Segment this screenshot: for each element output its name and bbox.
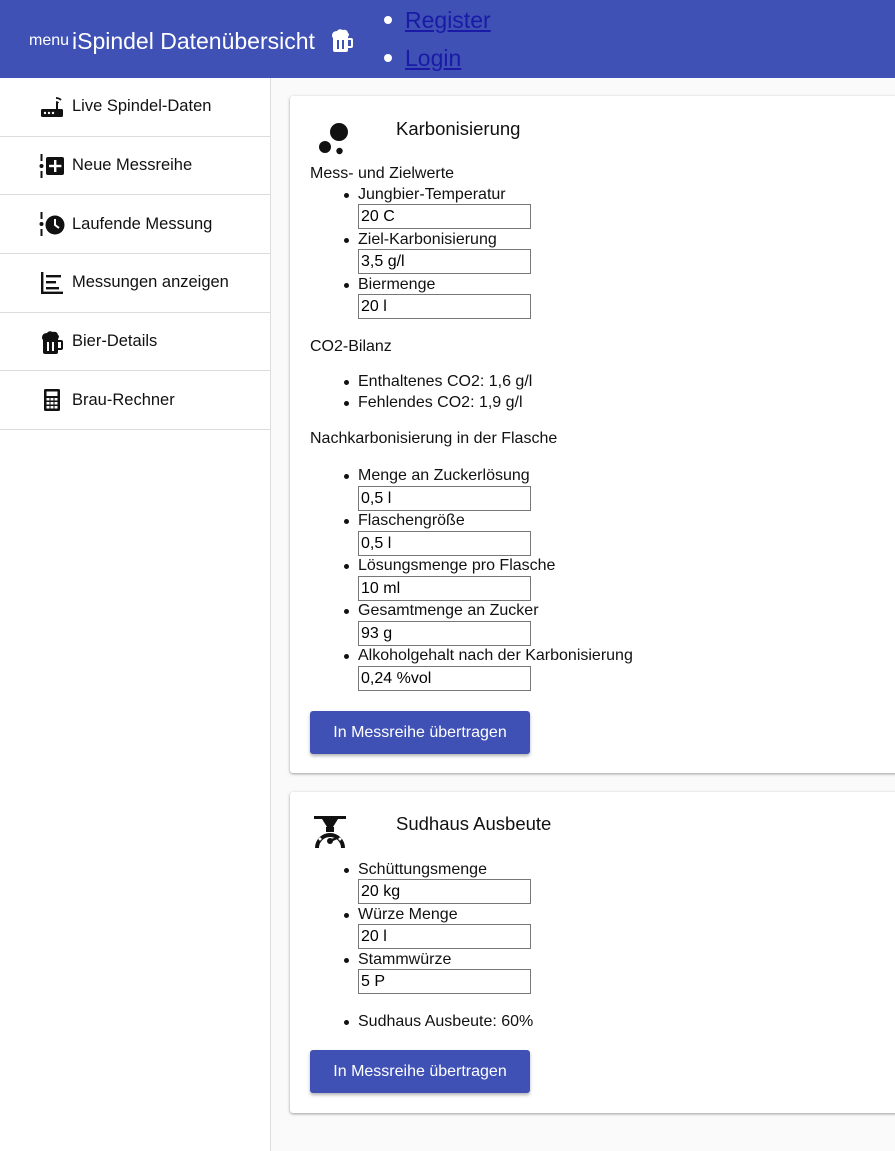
carbonation-card: Karbonisierung Mess- und Zielwerte Jungb… xyxy=(290,96,895,773)
bar-chart-icon xyxy=(41,271,63,294)
ziel-karbonisierung-input[interactable] xyxy=(358,249,531,274)
section-heading: Nachkarbonisierung in der Flasche xyxy=(310,430,558,447)
field-label: Gesamtmenge an Zucker xyxy=(344,602,539,619)
beer-mug-icon xyxy=(42,330,63,354)
biermenge-input[interactable] xyxy=(358,294,531,319)
flaschengroesse-input[interactable] xyxy=(358,531,531,556)
sidebar-item-label: Live Spindel-Daten xyxy=(72,97,212,116)
section-heading: Mess- und Zielwerte xyxy=(310,165,455,182)
login-link[interactable]: Login xyxy=(405,45,461,71)
card-title: Karbonisierung xyxy=(396,118,521,139)
loesungsmenge-input[interactable] xyxy=(358,576,531,601)
brewhouse-yield-card: Sudhaus Ausbeute Schüttungsmenge Würze M… xyxy=(290,792,895,1113)
field-label: Stammwürze xyxy=(343,951,452,968)
zuckerloesung-input[interactable] xyxy=(358,486,531,511)
alkoholgehalt-input[interactable] xyxy=(358,666,531,691)
sidebar-item-neue-messreihe[interactable]: Neue Messreihe xyxy=(0,137,270,196)
beer-mug-icon xyxy=(332,29,353,52)
nav-item-register: Register xyxy=(382,4,491,42)
sidebar-item-label: Brau-Rechner xyxy=(72,390,175,409)
field-label: Jungbier-Temperatur xyxy=(344,186,506,203)
sidebar-item-laufende-messung[interactable]: Laufende Messung xyxy=(0,195,270,255)
nav-item-login: Login xyxy=(382,42,491,80)
sidebar-item-label: Neue Messreihe xyxy=(72,156,193,175)
schuettungsmenge-input[interactable] xyxy=(358,879,531,904)
sidebar: Live Spindel-Daten Neue Messreihe Laufen… xyxy=(0,78,271,1151)
calculator-icon xyxy=(44,389,60,412)
nav-links: Register Login xyxy=(382,4,491,80)
sidebar-item-bier-details[interactable]: Bier-Details xyxy=(0,313,270,372)
register-link[interactable]: Register xyxy=(405,7,491,33)
section-heading: CO2-Bilanz xyxy=(310,338,392,355)
router-icon xyxy=(41,96,63,117)
sidebar-item-live-spindel-daten[interactable]: Live Spindel-Daten xyxy=(0,78,270,137)
field-label: Flaschengröße xyxy=(344,512,465,529)
bubbles-icon xyxy=(319,123,348,155)
transfer-to-series-button[interactable]: In Messreihe übertragen xyxy=(310,711,530,754)
co2-missing-value: Fehlendes CO2: 1,9 g/l xyxy=(344,394,523,411)
app-title: iSpindel Datenübersicht xyxy=(72,28,315,54)
card-title: Sudhaus Ausbeute xyxy=(396,813,552,834)
wuerze-menge-input[interactable] xyxy=(358,924,531,949)
sidebar-item-label: Laufende Messung xyxy=(72,214,213,233)
brewhouse-yield-result: Sudhaus Ausbeute: 60% xyxy=(343,1013,534,1030)
transfer-to-series-button[interactable]: In Messreihe übertragen xyxy=(310,1050,530,1093)
field-label: Alkoholgehalt nach der Karbonisierung xyxy=(344,647,633,664)
timeline-clock-icon xyxy=(39,212,65,237)
menu-button[interactable]: menu xyxy=(29,32,69,50)
top-app-bar: menu iSpindel Datenübersicht Register Lo… xyxy=(0,0,895,78)
field-label: Lösungsmenge pro Flasche xyxy=(343,557,556,574)
sidebar-item-messungen-anzeigen[interactable]: Messungen anzeigen xyxy=(0,254,270,313)
stammwuerze-input[interactable] xyxy=(358,969,531,994)
sidebar-item-label: Messungen anzeigen xyxy=(72,273,229,292)
sidebar-item-label: Bier-Details xyxy=(72,332,158,351)
field-label: Würze Menge xyxy=(344,906,458,923)
jungbier-temperatur-input[interactable] xyxy=(358,204,531,229)
field-label: Schüttungsmenge xyxy=(344,861,487,878)
gesamtmenge-zucker-input[interactable] xyxy=(358,621,531,646)
timeline-add-icon xyxy=(39,153,64,178)
co2-contained-value: Enthaltenes CO2: 1,6 g/l xyxy=(343,373,533,390)
field-label: Biermenge xyxy=(343,276,436,293)
field-label: Menge an Zuckerlösung xyxy=(344,467,530,484)
sidebar-item-brau-rechner[interactable]: Brau-Rechner xyxy=(0,371,270,431)
scale-icon xyxy=(314,816,346,849)
field-label: Ziel-Karbonisierung xyxy=(344,231,497,248)
